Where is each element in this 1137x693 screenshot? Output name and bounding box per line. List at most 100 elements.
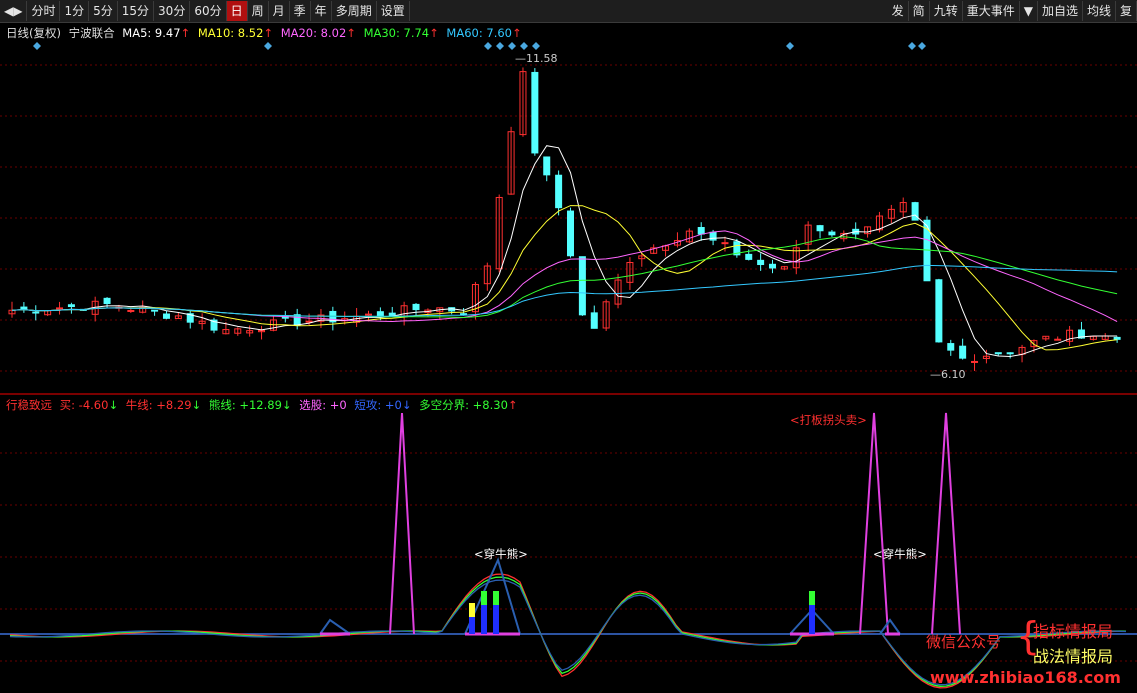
toolbar-left-item-9[interactable]: 月 [269, 1, 290, 21]
watermark-brand1: 指标情报局 [1033, 622, 1114, 641]
candle-body-10 [127, 309, 135, 312]
candle-body-49 [590, 312, 598, 329]
buy-value: 买: -4.60↓ [59, 398, 119, 412]
toolbar-right-item-2[interactable]: 九转 [930, 1, 963, 21]
toolbar-right-item-7[interactable]: 复 [1116, 1, 1137, 21]
signal-diamond-1 [264, 42, 272, 50]
toolbar-left-item-7[interactable]: 日 [226, 1, 248, 21]
candle-body-69 [828, 231, 836, 236]
candle-body-58 [697, 227, 705, 235]
indicator-panel[interactable]: 行稳致远 买: -4.60↓ 牛线: +8.29↓ 熊线: +12.89↓ 选股… [0, 395, 1137, 693]
low-price-label: —6.10 [930, 368, 966, 381]
candle-body-83 [994, 352, 1002, 355]
candle-body-44 [531, 71, 539, 154]
ma10-value: MA10: 8.52↑ [197, 26, 274, 40]
watermark-brand2: 战法情报局 [1033, 647, 1114, 666]
xuangu-value: 选股: +0 [299, 398, 347, 412]
kline-chart[interactable] [0, 23, 1137, 393]
signal-bar-bottom-0 [469, 617, 475, 634]
signal-diamond-5 [520, 42, 528, 50]
ma-legend: 日线(复权) 宁波联合 MA5: 9.47↑ MA10: 8.52↑ MA20:… [6, 25, 526, 41]
high-price-label: —11.58 [515, 52, 558, 65]
toolbar-right-item-0[interactable]: 发 [888, 1, 909, 21]
candle-body-64 [769, 263, 777, 269]
toolbar-right-item-4[interactable]: ▼ [1020, 1, 1038, 21]
niu-value: 牛线: +8.29↓ [125, 398, 202, 412]
toolbar-left-item-4[interactable]: 15分 [118, 1, 155, 21]
candle-body-88 [1054, 338, 1062, 341]
candle-body-30 [364, 313, 372, 316]
toolbar-left-item-3[interactable]: 5分 [89, 1, 118, 21]
cross-triangle-3 [879, 618, 901, 635]
select-spike-1 [859, 412, 889, 635]
toolbar-left-item-0[interactable]: ◀▶ [0, 1, 28, 21]
candle-body-2 [32, 311, 40, 314]
candle-body-48 [578, 256, 586, 316]
toolbar-left-item-2[interactable]: 1分 [60, 1, 90, 21]
toolbar-right-item-3[interactable]: 重大事件 [963, 1, 1020, 21]
signal-bar-bottom-3 [809, 605, 815, 634]
toolbar-left: ◀▶ 分时 1分 5分 15分 30分 60分日周月季年多周期 设置 [0, 0, 410, 22]
candle-body-63 [757, 259, 765, 266]
candle-body-60 [721, 242, 729, 245]
ma30-line [11, 236, 1118, 319]
candle-body-5 [67, 304, 75, 308]
candle-body-78 [935, 279, 943, 343]
candle-body-12 [151, 309, 159, 312]
indicator-legend: 行稳致远 买: -4.60↓ 牛线: +8.29↓ 熊线: +12.89↓ 选股… [6, 397, 522, 413]
candle-body-62 [745, 253, 753, 260]
cross-signal-label-1: <穿牛熊> [474, 547, 528, 561]
toolbar-left-item-6[interactable]: 60分 [190, 1, 227, 21]
candle-body-4 [56, 307, 64, 310]
toolbar-left-item-5[interactable]: 30分 [154, 1, 191, 21]
toolbar-left-item-1[interactable]: 分时 [27, 1, 61, 21]
watermark-url: www.zhibiao168.com [930, 668, 1121, 687]
period-toolbar: ◀▶ 分时 1分 5分 15分 30分 60分日周月季年多周期 设置 发简九转 重大事件 ▼ 加自选… [0, 0, 1137, 23]
toolbar-left-item-12[interactable]: 多周期 [332, 1, 377, 21]
candle-body-1 [20, 306, 28, 310]
ma20-line [11, 230, 1118, 323]
main-kline-panel[interactable]: 日线(复权) 宁波联合 MA5: 9.47↑ MA10: 8.52↑ MA20:… [0, 23, 1137, 393]
candle-body-34 [412, 303, 420, 311]
signal-diamond-3 [496, 42, 504, 50]
stock-name: 宁波联合 [68, 26, 115, 40]
indicator-name: 行稳致远 [6, 398, 52, 412]
toolbar-left-item-10[interactable]: 季 [290, 1, 311, 21]
ma20-value: MA20: 8.02↑ [280, 26, 356, 40]
candle-body-80 [959, 345, 967, 359]
signal-diamond-7 [786, 42, 794, 50]
toolbar-right-item-6[interactable]: 均线 [1083, 1, 1116, 21]
signal-diamond-4 [508, 42, 516, 50]
cross-triangle-0 [319, 618, 351, 635]
select-spike-0 [389, 412, 415, 635]
period-label: 日线(复权) [6, 26, 61, 40]
toolbar-right-item-1[interactable]: 简 [909, 1, 930, 21]
duokong-value: 多空分界: +8.30↑ [419, 398, 518, 412]
ma30-value: MA30: 7.74↑ [363, 26, 439, 40]
sell-signal-label: <打板拐头卖> [790, 413, 867, 427]
ma5-value: MA5: 9.47↑ [122, 26, 191, 40]
candle-body-68 [816, 225, 824, 232]
candle-body-47 [567, 210, 574, 257]
ma10-line [11, 205, 1118, 351]
signal-diamond-9 [918, 42, 926, 50]
toolbar-left-item-8[interactable]: 周 [248, 1, 269, 21]
candle-body-13 [162, 313, 170, 319]
candle-body-79 [947, 343, 955, 351]
signal-bar-bottom-2 [493, 605, 499, 634]
toolbar-right: 发简九转 重大事件 ▼ 加自选 均线复 [888, 0, 1137, 22]
signal-diamond-2 [484, 42, 492, 50]
candle-body-45 [543, 156, 551, 176]
watermark-wechat: 微信公众号 [926, 633, 1002, 651]
toolbar-left-item-11[interactable]: 年 [311, 1, 332, 21]
select-spike-2 [931, 412, 961, 635]
candle-body-93 [1113, 336, 1121, 340]
signal-bar-bottom-1 [481, 605, 487, 634]
toolbar-left-item-13[interactable]: 设置 [377, 1, 410, 21]
candle-body-84 [1006, 352, 1014, 355]
toolbar-right-item-5[interactable]: 加自选 [1038, 1, 1083, 21]
signal-diamond-6 [532, 42, 540, 50]
candle-body-31 [376, 311, 384, 317]
ma60-value: MA60: 7.60↑ [446, 26, 522, 40]
candle-body-38 [460, 313, 468, 316]
